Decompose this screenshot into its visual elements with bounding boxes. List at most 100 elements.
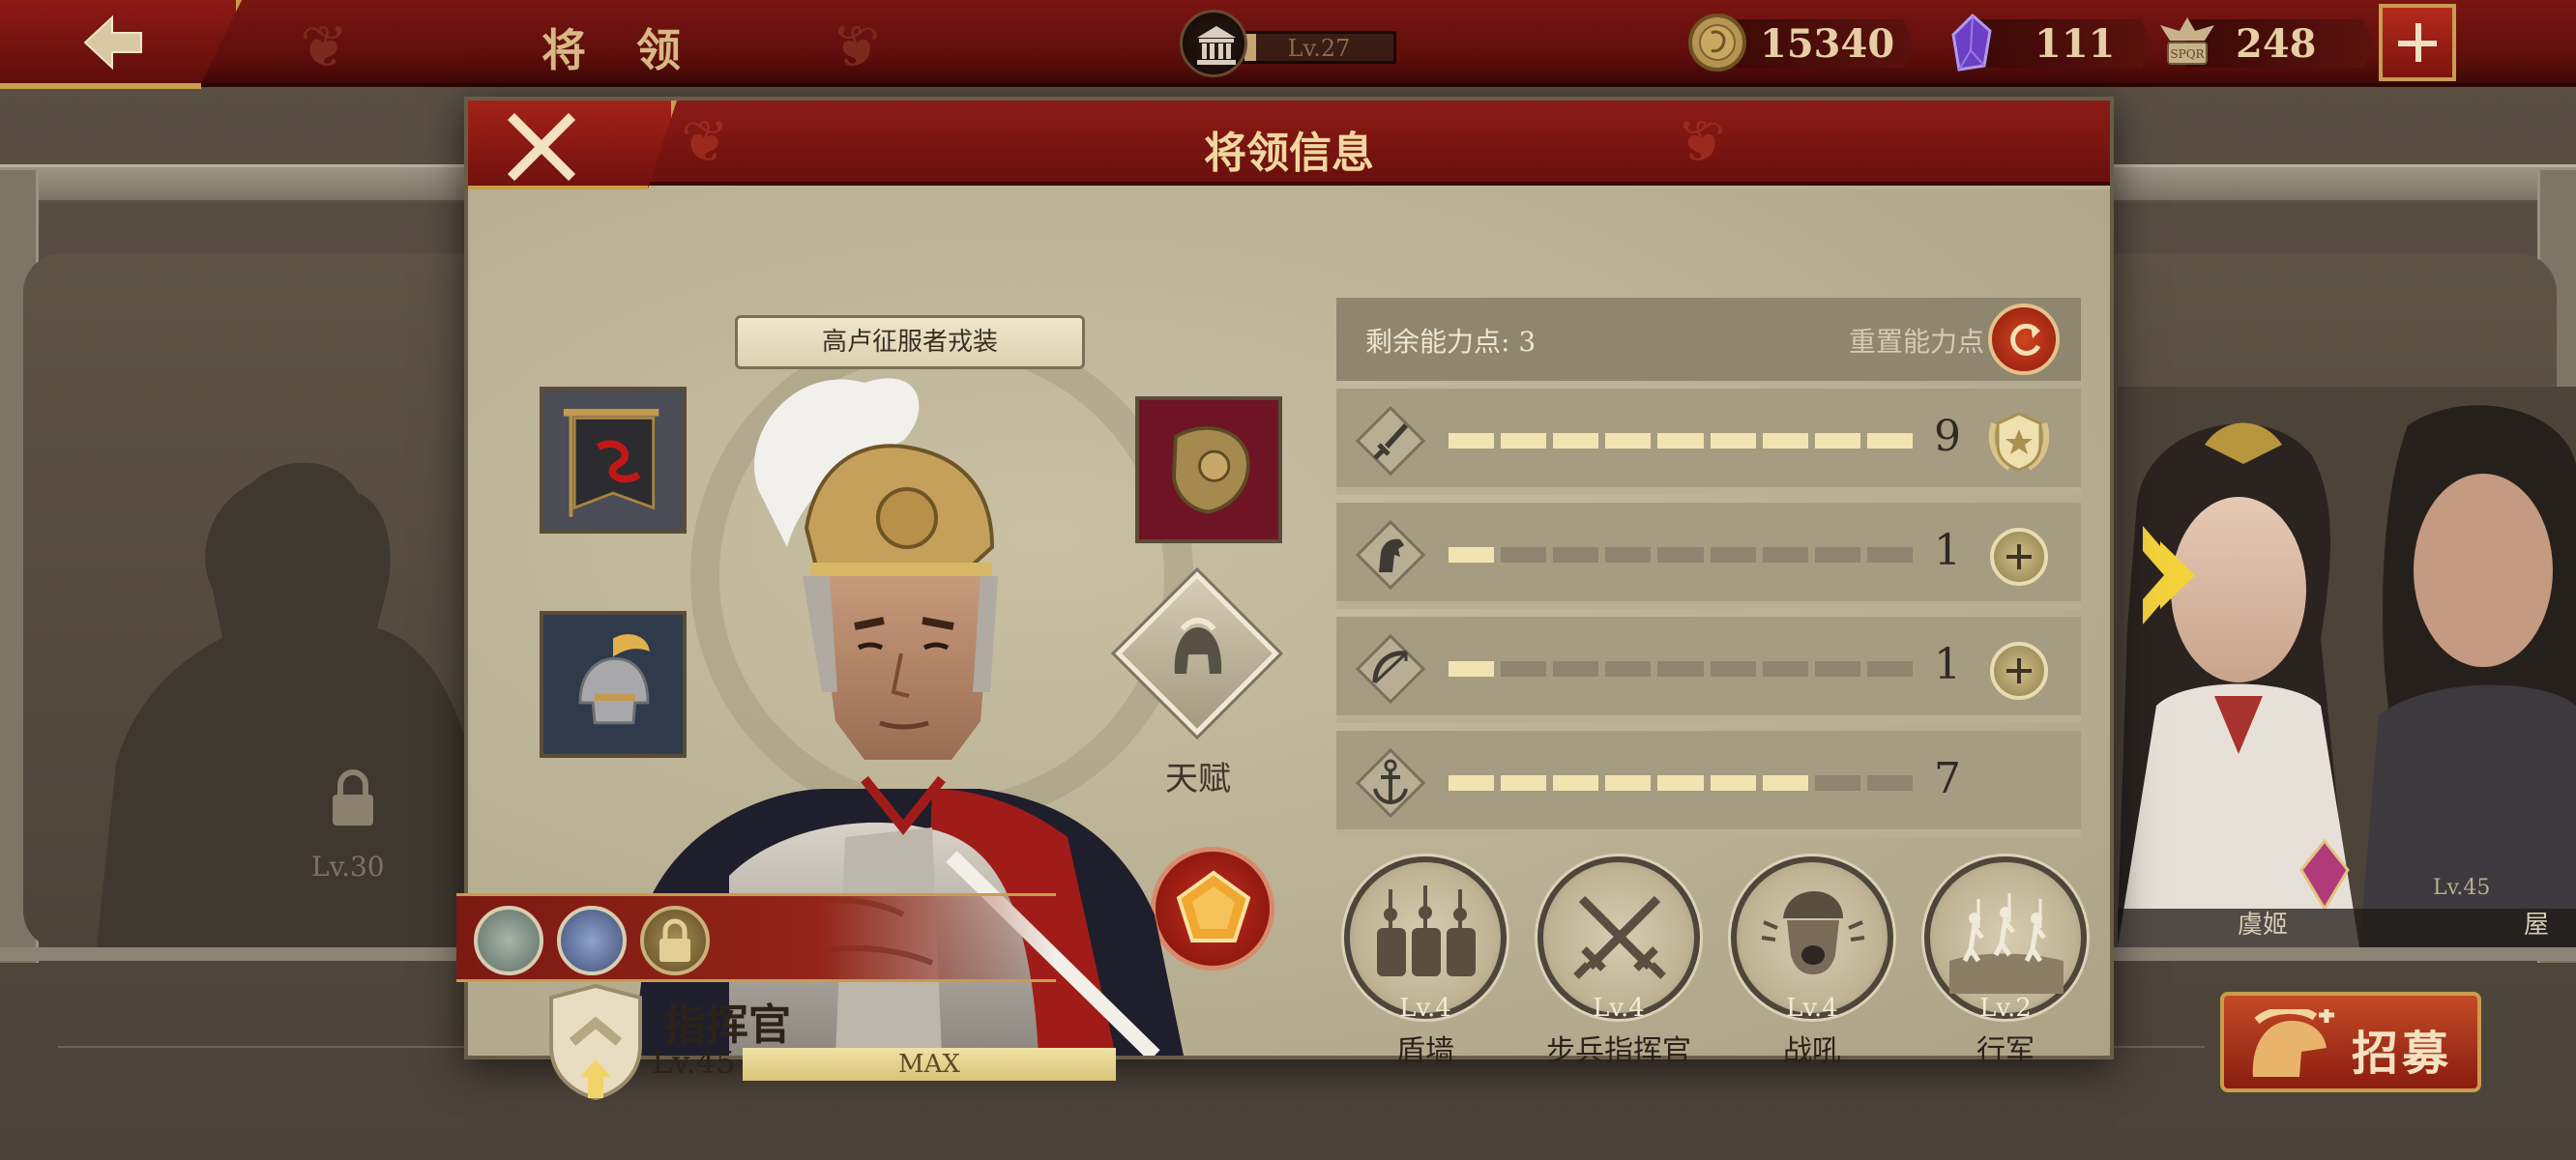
skill-level: Lv.4 (1593, 994, 1645, 1023)
spartan-helmet-icon (2252, 1009, 2334, 1077)
spqr-eagle-icon: SPQR (2160, 17, 2214, 65)
gold-coin-icon (1688, 14, 1746, 72)
skill-name: 步兵指挥官 (1546, 1034, 1691, 1068)
purple-gem-icon (1951, 13, 1992, 72)
sword-icon (1356, 406, 1425, 476)
back-button-edge (0, 83, 201, 89)
reset-points-button[interactable] (1988, 304, 2060, 375)
stat-segment (1553, 661, 1599, 677)
stat-segment (1605, 775, 1652, 791)
close-icon (507, 112, 576, 182)
rank-progress-label: MAX (898, 1050, 960, 1079)
stat-row-navy: 7 (1336, 731, 2081, 837)
bow-icon (1356, 634, 1425, 704)
skill-name: 战吼 (1783, 1034, 1841, 1068)
passive-badges-strip (456, 893, 1056, 982)
stat-segment (1762, 433, 1808, 449)
eagle-resource[interactable]: SPQR 248 (2156, 12, 2375, 73)
add-point-button[interactable] (1990, 528, 2048, 586)
stat-segment (1501, 433, 1547, 449)
stat-value: 1 (1934, 640, 1961, 689)
page-title: 将 领 (542, 24, 699, 76)
close-button[interactable] (468, 101, 677, 189)
hero-portraits-right[interactable] (2118, 387, 2576, 947)
recruit-button[interactable]: 招募 (2220, 992, 2481, 1092)
stat-segment (1501, 547, 1547, 563)
shield-badge-icon[interactable] (557, 906, 627, 975)
gold-value: 15340 (1760, 21, 1895, 67)
stat-segment (1814, 547, 1860, 563)
stat-segment (1866, 547, 1913, 563)
stat-row-attack: 9 (1336, 389, 2081, 495)
gem-resource[interactable]: 111 (1942, 12, 2152, 73)
stats-header: 剩余能力点: 3 重置能力点 (1336, 298, 2081, 381)
stat-segment (1501, 775, 1547, 791)
stat-segment (1605, 547, 1652, 563)
back-button[interactable] (0, 0, 242, 89)
skill-level: Lv.4 (1786, 994, 1838, 1023)
general-info-dialog: ❦ 将领信息 ❦ 高卢征服者戎装 天赋 指挥官 Lv.45 MAX 剩余能力点:… (456, 97, 2114, 1100)
gold-resource[interactable]: 15340 (1686, 12, 1918, 73)
locked-badge-icon[interactable] (640, 906, 710, 975)
refresh-icon (2010, 323, 2041, 356)
crossed-swords-icon (1573, 895, 1666, 979)
stat-segment (1553, 775, 1599, 791)
back-arrow-icon (83, 14, 142, 71)
eagle-value: 248 (2236, 21, 2317, 67)
gem-value: 111 (2034, 21, 2116, 67)
stat-value: 7 (1934, 754, 1961, 803)
marching-army-icon (1949, 893, 2064, 994)
stat-segment (1814, 661, 1860, 677)
stat-segment (1553, 547, 1599, 563)
rank-name: 指挥官 (663, 1000, 791, 1050)
pentagon-gem-icon (1176, 870, 1251, 942)
stat-segment (1501, 661, 1547, 677)
stat-row-archery: 1 (1336, 617, 2081, 723)
stat-segment (1605, 661, 1652, 677)
stat-track (1449, 775, 1913, 791)
add-resource-button[interactable] (2379, 4, 2456, 81)
stat-segment (1657, 661, 1704, 677)
stat-segment (1710, 547, 1756, 563)
stat-segment (1449, 547, 1495, 563)
hero-level-right: Lv.45 (2433, 876, 2491, 900)
recruit-label: 招募 (2352, 1027, 2453, 1081)
outfit-label[interactable]: 高卢征服者戎装 (735, 315, 1085, 369)
remaining-points: 剩余能力点: 3 (1365, 326, 1537, 358)
svg-text:SPQR: SPQR (2170, 47, 2205, 61)
city-level-label: Lv.27 (1287, 35, 1351, 62)
stat-segment (1814, 433, 1860, 449)
hero-name-far-right: 屋 (2524, 911, 2550, 940)
wreath-right-icon: ❦ (1677, 108, 1726, 176)
next-hero-arrow-icon[interactable] (2139, 522, 2207, 628)
stat-segment (1710, 661, 1756, 677)
stat-segment (1657, 775, 1704, 791)
rank-progress-bar: MAX (743, 1048, 1116, 1081)
stat-segment (1553, 433, 1599, 449)
stat-segment (1866, 433, 1913, 449)
city-level-chip[interactable]: Lv.27 (1180, 10, 1402, 77)
general-screen: Lv.30 虞姬 Lv.45 屋 招募 ❦ 将 领 ❦ Lv.27 15340 … (0, 0, 2576, 1160)
shield-wall-icon (1377, 885, 1476, 976)
reset-points-label: 重置能力点 (1848, 326, 1984, 358)
stat-segment (1762, 547, 1808, 563)
temple-icon (1180, 10, 1247, 77)
skill-name: 行军 (1976, 1034, 2034, 1068)
stat-value: 9 (1934, 412, 1961, 461)
stat-row-cavalry: 1 (1336, 503, 2081, 609)
legion-badge-icon[interactable] (474, 906, 543, 975)
rank-shield-icon (549, 984, 642, 1100)
dialog-body: 高卢征服者戎装 天赋 指挥官 Lv.45 MAX 剩余能力点: 3 重置能力点 … (456, 189, 2110, 1100)
wreath-right-icon: ❦ (832, 14, 881, 81)
top-bar: ❦ 将 领 ❦ Lv.27 15340 111 SPQR 248 (0, 0, 2576, 89)
locked-hero-silhouette[interactable] (97, 445, 483, 947)
stat-segment (1449, 775, 1495, 791)
lock-icon (333, 769, 373, 826)
stat-segment (1762, 661, 1808, 677)
stat-segment (1449, 433, 1495, 449)
city-level-bar: Lv.27 (1242, 31, 1396, 64)
stat-track (1449, 433, 1913, 449)
stat-segment (1866, 775, 1913, 791)
add-point-button[interactable] (1990, 642, 2048, 700)
wreath-left-icon: ❦ (300, 14, 349, 81)
